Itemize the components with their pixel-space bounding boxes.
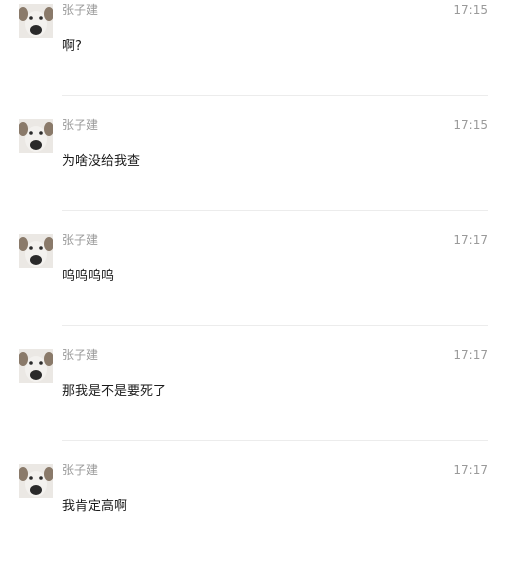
sender-name: 张子建 — [62, 3, 99, 17]
dog-avatar-icon — [19, 349, 53, 383]
message-time: 17:17 — [453, 348, 488, 362]
sender-name: 张子建 — [62, 463, 99, 477]
message-time: 17:17 — [453, 463, 488, 477]
sender-avatar[interactable] — [19, 464, 53, 498]
sender-avatar[interactable] — [19, 4, 53, 38]
chat-message-list[interactable]: 张子建 17:15 啊? 张子建 17:15 为啥没给我查 张子建 17:17 … — [0, 0, 521, 538]
dog-avatar-icon — [19, 464, 53, 498]
message-divider — [62, 440, 488, 441]
message-time: 17:15 — [453, 3, 488, 17]
message-divider — [62, 325, 488, 326]
sender-avatar[interactable] — [19, 234, 53, 268]
message-text: 啊? — [62, 39, 82, 54]
sender-name: 张子建 — [62, 348, 99, 362]
message-text: 我肯定高啊 — [62, 499, 128, 514]
message-item: 张子建 17:15 为啥没给我查 — [0, 115, 521, 230]
message-time: 17:17 — [453, 233, 488, 247]
sender-avatar[interactable] — [19, 119, 53, 153]
message-item: 张子建 17:15 啊? — [0, 0, 521, 115]
sender-avatar[interactable] — [19, 349, 53, 383]
message-item: 张子建 17:17 那我是不是要死了 — [0, 345, 521, 460]
sender-name: 张子建 — [62, 118, 99, 132]
message-text: 呜呜呜呜 — [62, 269, 115, 284]
message-divider — [62, 210, 488, 211]
message-item: 张子建 17:17 呜呜呜呜 — [0, 230, 521, 345]
dog-avatar-icon — [19, 119, 53, 153]
message-item: 张子建 17:17 我肯定高啊 — [0, 460, 521, 575]
dog-avatar-icon — [19, 4, 53, 38]
message-text: 为啥没给我查 — [62, 154, 141, 169]
message-time: 17:15 — [453, 118, 488, 132]
message-text: 那我是不是要死了 — [62, 384, 167, 399]
sender-name: 张子建 — [62, 233, 99, 247]
dog-avatar-icon — [19, 234, 53, 268]
message-divider — [62, 95, 488, 96]
